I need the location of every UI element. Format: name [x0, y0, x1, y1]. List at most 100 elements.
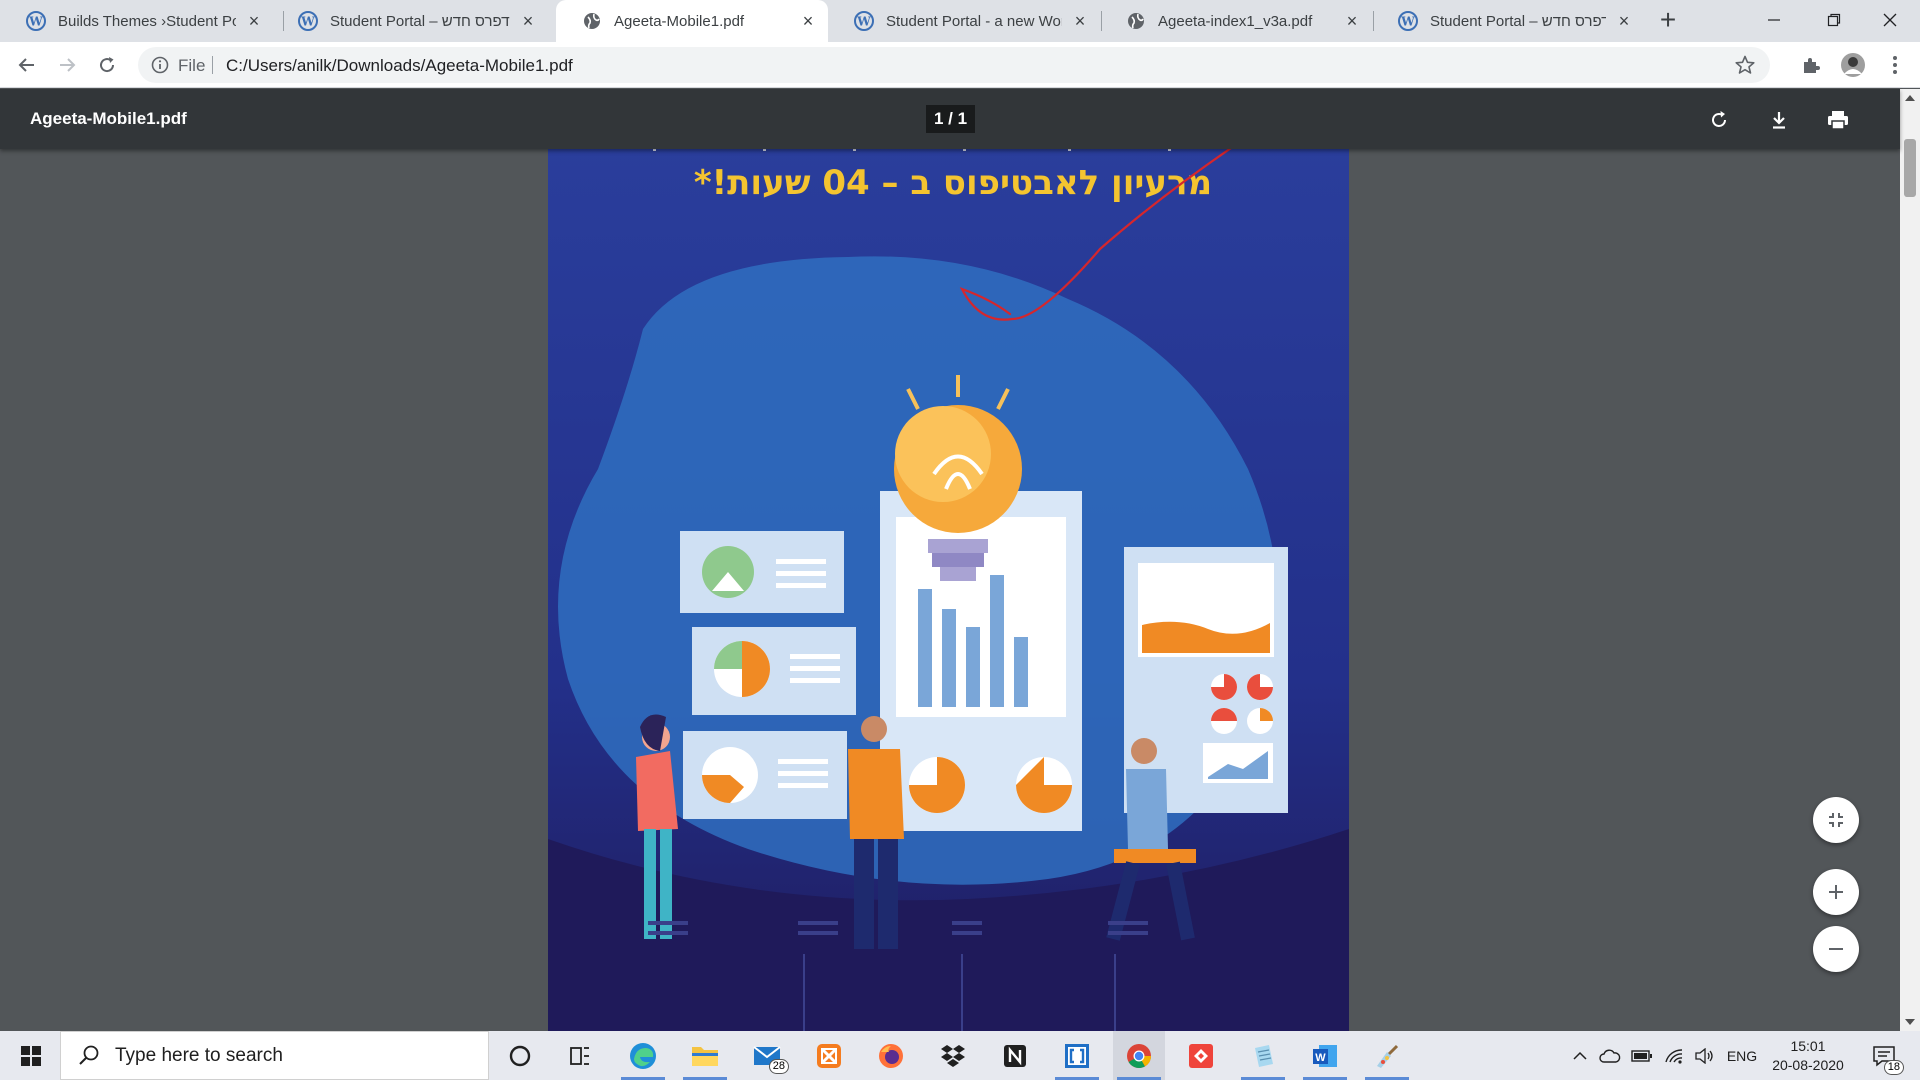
info-icon[interactable]	[150, 55, 170, 75]
close-tab-icon[interactable]: ×	[798, 11, 818, 31]
tray-volume[interactable]	[1690, 1031, 1718, 1080]
restore-button[interactable]	[1804, 0, 1864, 40]
download-icon	[1773, 112, 1785, 129]
notion-icon	[1004, 1044, 1026, 1067]
restore-icon	[1827, 13, 1841, 27]
forward-button[interactable]	[50, 48, 84, 82]
chevron-up-icon	[1573, 1051, 1587, 1060]
wordpress-icon: W	[298, 11, 318, 31]
kebab-menu-icon	[1893, 56, 1897, 74]
taskbar-brackets[interactable]	[1051, 1031, 1103, 1080]
taskbar-firefox[interactable]	[865, 1031, 917, 1080]
globe-icon	[1128, 13, 1144, 29]
tray-language[interactable]: ENG	[1722, 1031, 1762, 1080]
battery-icon	[1631, 1049, 1652, 1062]
pdf-filename: Ageeta-Mobile1.pdf	[30, 109, 187, 128]
tab-title: Student Portal – וורדפרס חדש	[330, 12, 510, 30]
zoom-in-button[interactable]	[1813, 869, 1859, 915]
minus-icon	[1829, 948, 1843, 950]
tray-notifications[interactable]: 18	[1862, 1031, 1906, 1080]
tab-ageeta-index[interactable]: Ageeta-index1_v3a.pdf ×	[1100, 0, 1372, 42]
minimize-button[interactable]	[1744, 0, 1804, 40]
taskbar-anydesk[interactable]	[1175, 1031, 1227, 1080]
rotate-icon	[1712, 111, 1726, 127]
tray-show-hidden-icons[interactable]	[1568, 1031, 1592, 1080]
tray-battery[interactable]	[1628, 1031, 1656, 1080]
download-button[interactable]	[1765, 106, 1793, 134]
svg-text:W: W	[856, 15, 871, 29]
scrollbar-thumb[interactable]	[1904, 139, 1916, 197]
tray-onedrive[interactable]	[1596, 1031, 1624, 1080]
zoom-out-button[interactable]	[1813, 926, 1859, 972]
puzzle-icon	[1804, 58, 1820, 73]
tab-title: Ageeta-index1_v3a.pdf	[1158, 12, 1313, 30]
taskbar-file-explorer[interactable]	[679, 1031, 731, 1080]
close-window-button[interactable]	[1860, 0, 1920, 40]
tray-clock[interactable]: 15:01 20-08-2020	[1766, 1031, 1850, 1080]
wordpress-icon: W	[26, 11, 46, 31]
search-placeholder: Type here to search	[115, 1044, 283, 1066]
taskbar-edge[interactable]	[617, 1031, 669, 1080]
taskbar-notion[interactable]	[989, 1031, 1041, 1080]
browser-toolbar: File C:/Users/anilk/Downloads/Ageeta-Mob…	[0, 42, 1920, 88]
folder-icon	[692, 1046, 718, 1066]
address-bar[interactable]: File C:/Users/anilk/Downloads/Ageeta-Mob…	[138, 47, 1770, 83]
notification-badge: 18	[1883, 1060, 1904, 1075]
svg-text:W: W	[1400, 15, 1415, 29]
taskbar-chrome[interactable]	[1113, 1031, 1165, 1080]
task-view-icon	[570, 1046, 589, 1065]
close-tab-icon[interactable]: ×	[244, 11, 264, 31]
url-text[interactable]: C:/Users/anilk/Downloads/Ageeta-Mobile1.…	[226, 56, 573, 76]
tab-builds-themes[interactable]: W Builds Themes ›Student Porta ×	[0, 0, 274, 42]
tab-ageeta-mobile[interactable]: Ageeta-Mobile1.pdf ×	[556, 0, 828, 42]
avatar-icon	[1841, 53, 1865, 77]
bookmark-star-icon[interactable]	[1734, 54, 1756, 76]
globe-icon	[584, 13, 600, 29]
clock-date: 20-08-2020	[1772, 1056, 1844, 1073]
close-tab-icon[interactable]: ×	[1070, 11, 1090, 31]
new-tab-button[interactable]: +	[1654, 6, 1682, 35]
edge-icon	[630, 1042, 656, 1069]
cortana-button[interactable]	[494, 1031, 546, 1080]
pdf-page: מרעיון לאבטיפוס ב – 04 שעות!*	[548, 149, 1349, 1031]
taskbar-mail[interactable]: 28	[741, 1031, 793, 1080]
wordpress-icon: W	[1398, 11, 1418, 31]
fit-page-button[interactable]	[1813, 797, 1859, 843]
scroll-down-arrow[interactable]	[1905, 1019, 1915, 1025]
pdf-viewer-area[interactable]: מרעיון לאבטיפוס ב – 04 שעות!*	[0, 149, 1900, 1031]
speaker-icon	[1695, 1047, 1713, 1064]
wifi-icon	[1665, 1048, 1683, 1064]
svg-text:W: W	[300, 15, 315, 29]
taskbar-word[interactable]: W	[1299, 1031, 1351, 1080]
scroll-up-arrow[interactable]	[1905, 95, 1915, 101]
print-button[interactable]	[1824, 106, 1852, 134]
anydesk-icon	[1189, 1043, 1213, 1068]
extensions-button[interactable]	[1798, 52, 1824, 78]
vertical-scrollbar[interactable]	[1900, 89, 1920, 1031]
chrome-menu-button[interactable]	[1882, 52, 1908, 78]
dropbox-icon	[941, 1044, 965, 1067]
profile-avatar[interactable]	[1840, 52, 1866, 78]
taskbar-notepad[interactable]	[1237, 1031, 1289, 1080]
back-button[interactable]	[10, 48, 44, 82]
task-view-button[interactable]	[554, 1031, 606, 1080]
minimize-icon	[1768, 19, 1780, 21]
tray-wifi[interactable]	[1660, 1031, 1688, 1080]
taskbar-paint[interactable]	[1361, 1031, 1413, 1080]
tab-student-portal-he-2[interactable]: W Student Portal – וורדפרס חדש ×	[1372, 0, 1644, 42]
rotate-button[interactable]	[1705, 106, 1733, 134]
taskbar-dropbox[interactable]	[927, 1031, 979, 1080]
close-tab-icon[interactable]: ×	[518, 11, 538, 31]
taskbar-search-box[interactable]: Type here to search	[60, 1031, 489, 1080]
close-tab-icon[interactable]: ×	[1342, 11, 1362, 31]
printer-icon	[1828, 111, 1848, 130]
reload-button[interactable]	[90, 48, 124, 82]
tab-student-portal-new[interactable]: W Student Portal - a new WordP ×	[828, 0, 1100, 42]
close-tab-icon[interactable]: ×	[1614, 11, 1634, 31]
tab-student-portal-he[interactable]: W Student Portal – וורדפרס חדש ×	[272, 0, 548, 42]
reload-icon	[100, 57, 115, 73]
start-button[interactable]	[8, 1031, 54, 1080]
page-indicator[interactable]: 1 / 1	[926, 105, 976, 133]
taskbar-xampp[interactable]	[803, 1031, 855, 1080]
cortana-circle-icon	[509, 1045, 531, 1066]
